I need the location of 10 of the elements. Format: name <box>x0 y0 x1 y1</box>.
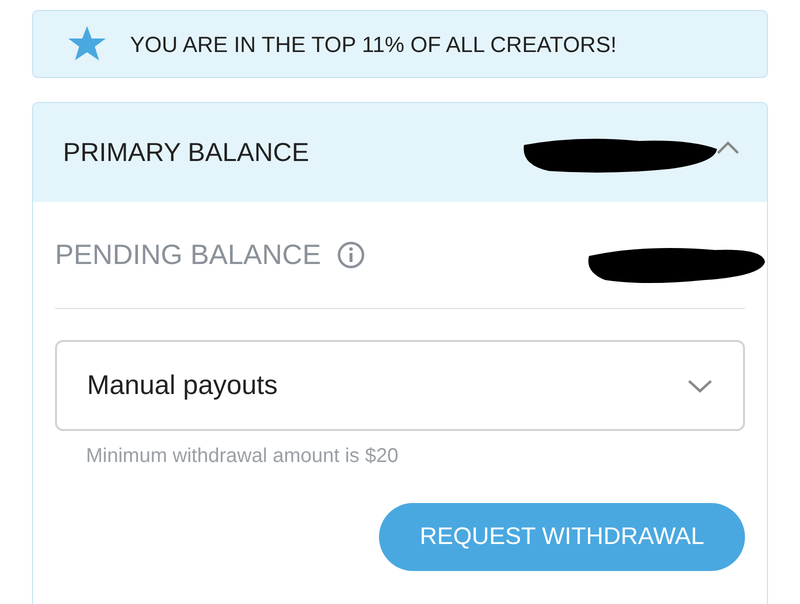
primary-balance-label: PRIMARY BALANCE <box>63 136 310 169</box>
star-icon <box>68 26 106 62</box>
chevron-icon[interactable] <box>716 140 740 156</box>
primary-balance-header[interactable]: PRIMARY BALANCE <box>33 103 767 202</box>
info-icon[interactable] <box>337 241 366 269</box>
hint-text: Minimum withdrawal amount is $20 <box>86 444 400 469</box>
chevron-down-icon <box>687 378 713 394</box>
banner-text: YOU ARE IN THE TOP 11% OF ALL CREATORS! <box>130 30 617 58</box>
pending-balance-label: PENDING BALANCE <box>55 238 322 272</box>
payout-select[interactable]: Manual payouts <box>55 340 745 431</box>
